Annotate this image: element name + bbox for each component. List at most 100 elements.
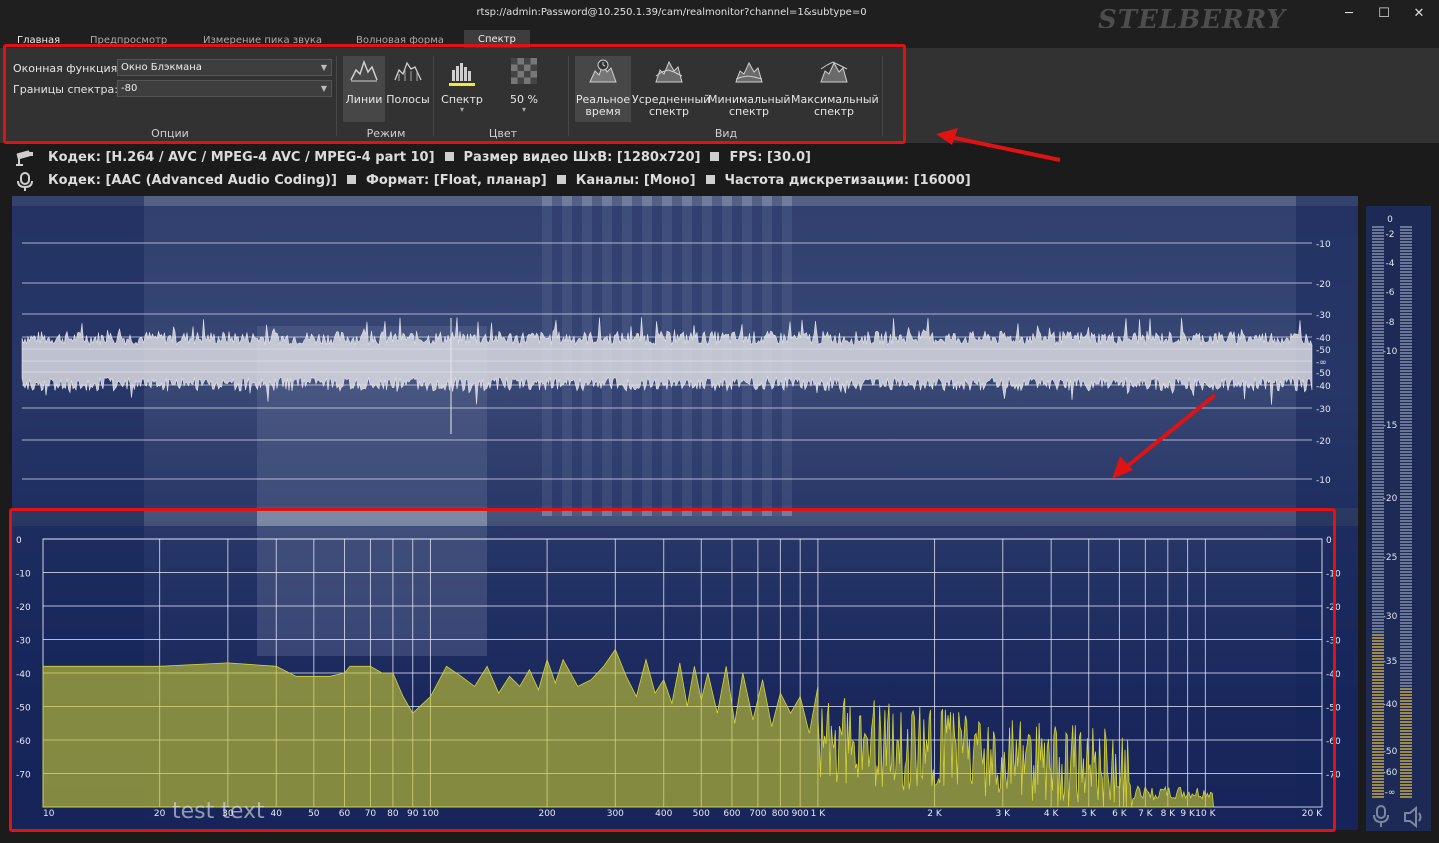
meter-segment-right <box>1400 637 1412 639</box>
channels-value: [Моно] <box>643 173 696 188</box>
meter-segment-left <box>1372 688 1384 690</box>
meter-segment-right <box>1400 289 1412 291</box>
meter-segment-right <box>1400 343 1412 345</box>
meter-db-label: -6 <box>1386 288 1395 298</box>
meter-segment-right <box>1400 742 1412 744</box>
meter-segment-right <box>1400 475 1412 477</box>
meter-segment-right <box>1400 325 1412 327</box>
meter-segment-right <box>1400 430 1412 432</box>
meter-segment-left <box>1372 238 1384 240</box>
fps-label: FPS: <box>729 150 763 165</box>
meter-segment-right <box>1400 460 1412 462</box>
meter-segment-right <box>1400 340 1412 342</box>
meter-db-label: -30 <box>1383 612 1398 622</box>
meter-segment-left <box>1372 271 1384 273</box>
meter-segment-right <box>1400 670 1412 672</box>
meter-segment-right <box>1400 574 1412 576</box>
meter-segment-right <box>1400 559 1412 561</box>
meter-segment-left <box>1372 703 1384 705</box>
close-button[interactable]: ✕ <box>1404 4 1434 24</box>
meter-segment-right <box>1400 679 1412 681</box>
meter-segment-right <box>1400 700 1412 702</box>
meter-db-label: -25 <box>1383 553 1398 563</box>
meter-segment-right <box>1400 307 1412 309</box>
volume-meter: 0 -2 -4 -6 -8 -10 -15 -20 -25 -30 -35 -40 -50 -60 -∞ <box>1366 206 1431 831</box>
meter-segment-left <box>1372 403 1384 405</box>
minimize-button[interactable]: ─ <box>1334 4 1364 24</box>
meter-segment-left <box>1372 313 1384 315</box>
meter-db-label: -2 <box>1386 230 1395 240</box>
meter-segment-left <box>1372 511 1384 513</box>
meter-segment-right <box>1400 418 1412 420</box>
meter-segment-right <box>1400 544 1412 546</box>
meter-segment-left <box>1372 259 1384 261</box>
meter-segment-right <box>1400 349 1412 351</box>
meter-segment-right <box>1400 409 1412 411</box>
meter-segment-right <box>1400 763 1412 765</box>
meter-segment-left <box>1372 550 1384 552</box>
speaker-icon[interactable] <box>1403 806 1427 828</box>
microphone-icon <box>17 172 33 191</box>
meter-segment-left <box>1372 409 1384 411</box>
meter-segment-left <box>1372 316 1384 318</box>
meter-segment-right <box>1400 358 1412 360</box>
meter-segment-left <box>1372 769 1384 771</box>
meter-segment-left <box>1372 772 1384 774</box>
meter-segment-right <box>1400 487 1412 489</box>
meter-segment-left <box>1372 748 1384 750</box>
meter-segment-left <box>1372 679 1384 681</box>
meter-segment-left <box>1372 778 1384 780</box>
meter-segment-right <box>1400 304 1412 306</box>
maximize-button[interactable]: ☐ <box>1369 4 1399 24</box>
meter-segment-right <box>1400 550 1412 552</box>
waveform-db-label: -50 <box>1316 369 1331 379</box>
meter-segment-right <box>1400 496 1412 498</box>
meter-segment-right <box>1400 694 1412 696</box>
meter-segment-right <box>1400 442 1412 444</box>
meter-segment-left <box>1372 598 1384 600</box>
meter-segment-right <box>1400 352 1412 354</box>
video-codec-label: Кодек: <box>48 150 101 165</box>
meter-segment-right <box>1400 277 1412 279</box>
meter-segment-left <box>1372 709 1384 711</box>
meter-segment-left <box>1372 640 1384 642</box>
waveform-db-label: -20 <box>1316 280 1331 290</box>
fps-value: [30.0] <box>766 150 811 165</box>
meter-segment-left <box>1372 349 1384 351</box>
meter-segment-right <box>1400 790 1412 792</box>
waveform-db-label: -10 <box>1316 476 1331 486</box>
meter-segment-right <box>1400 451 1412 453</box>
meter-segment-left <box>1372 364 1384 366</box>
meter-segment-left <box>1372 553 1384 555</box>
meter-segment-right <box>1400 631 1412 633</box>
meter-segment-left <box>1372 649 1384 651</box>
meter-segment-left <box>1372 610 1384 612</box>
meter-segment-right <box>1400 748 1412 750</box>
meter-segment-right <box>1400 484 1412 486</box>
meter-segment-left <box>1372 664 1384 666</box>
meter-segment-right <box>1400 517 1412 519</box>
meter-segment-left <box>1372 388 1384 390</box>
meter-segment-right <box>1400 556 1412 558</box>
meter-segment-right <box>1400 382 1412 384</box>
meter-segment-right <box>1400 526 1412 528</box>
meter-segment-right <box>1400 295 1412 297</box>
meter-segment-left <box>1372 718 1384 720</box>
meter-segment-left <box>1372 628 1384 630</box>
meter-segment-right <box>1400 334 1412 336</box>
meter-segment-left <box>1372 568 1384 570</box>
audio-info-row: Кодек: [AAC (Advanced Audio Coding)] Форм… <box>0 170 1439 192</box>
meter-segment-left <box>1372 655 1384 657</box>
meter-segment-left <box>1372 586 1384 588</box>
meter-segment-left <box>1372 676 1384 678</box>
meter-segment-right <box>1400 607 1412 609</box>
meter-segment-left <box>1372 241 1384 243</box>
waveform-panel: -10-20-30-40-50-∞-50-40-30-20-10 <box>12 206 1358 508</box>
waveform-db-label: -40 <box>1316 334 1331 344</box>
meter-segment-left <box>1372 328 1384 330</box>
meter-segment-left <box>1372 571 1384 573</box>
microphone-icon[interactable] <box>1370 804 1392 828</box>
meter-segment-right <box>1400 364 1412 366</box>
meter-segment-left <box>1372 490 1384 492</box>
separator-square <box>346 175 356 184</box>
